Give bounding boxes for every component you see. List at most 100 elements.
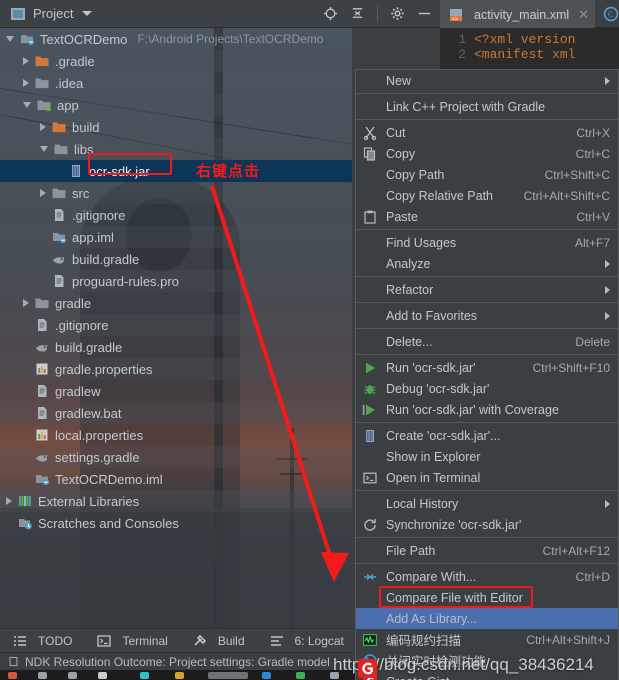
menu-item-label: Local History: [386, 496, 459, 511]
tree-row[interactable]: Scratches and Consoles: [0, 512, 352, 534]
taskbar-icon[interactable]: [175, 672, 184, 679]
menu-item[interactable]: Paste Ctrl+V: [356, 206, 618, 227]
tree-row[interactable]: .gitignore: [0, 314, 352, 336]
menu-item[interactable]: Link C++ Project with Gradle: [356, 96, 618, 117]
menu-item[interactable]: Copy Path Ctrl+Shift+C: [356, 164, 618, 185]
menu-item[interactable]: Compare File with Editor: [356, 587, 618, 608]
settings-gear-icon[interactable]: [390, 6, 405, 21]
tree-row[interactable]: .gradle: [0, 50, 352, 72]
tree-row[interactable]: build.gradle: [0, 336, 352, 358]
twisty-closed-icon[interactable]: [40, 189, 46, 197]
taskbar-icon[interactable]: [8, 672, 17, 679]
minimize-icon[interactable]: [417, 6, 432, 21]
taskbar-icon[interactable]: [140, 672, 149, 679]
menu-item[interactable]: Local History: [356, 493, 618, 514]
menu-item[interactable]: Compare With... Ctrl+D: [356, 566, 618, 587]
twisty-open-icon[interactable]: [6, 36, 14, 42]
twisty-closed-icon[interactable]: [6, 497, 12, 505]
menu-item[interactable]: Debug 'ocr-sdk.jar': [356, 378, 618, 399]
tree-row[interactable]: gradle.properties: [0, 358, 352, 380]
submenu-arrow-icon: [605, 311, 610, 320]
tree-row[interactable]: build: [0, 116, 352, 138]
editor-line: 2 <manifest xml: [440, 47, 619, 62]
tree-row[interactable]: settings.gradle: [0, 446, 352, 468]
tree-item-label: Scratches and Consoles: [38, 515, 179, 531]
menu-item[interactable]: New: [356, 70, 618, 91]
file-text-icon: [55, 209, 64, 221]
taskbar-icon[interactable]: [98, 672, 107, 679]
tree-item-label: gradlew.bat: [55, 405, 122, 421]
annotation-label: 右键点击: [196, 162, 261, 180]
file-text-icon: [38, 385, 47, 397]
menu-item-label: Find Usages: [386, 235, 457, 250]
twisty-closed-icon[interactable]: [23, 299, 29, 307]
tree-row[interactable]: .gitignore: [0, 204, 352, 226]
tree-row[interactable]: .idea: [0, 72, 352, 94]
project-tree[interactable]: TextOCRDemo F:\Android Projects\TextOCRD…: [0, 28, 352, 628]
tree-row[interactable]: src: [0, 182, 352, 204]
menu-item[interactable]: Copy Ctrl+C: [356, 143, 618, 164]
taskbar-icon[interactable]: [208, 672, 248, 679]
twisty-open-icon[interactable]: [40, 146, 48, 152]
tree-row[interactable]: build.gradle: [0, 248, 352, 270]
menu-item[interactable]: Analyze: [356, 253, 618, 274]
tree-row[interactable]: External Libraries: [0, 490, 352, 512]
twisty-closed-icon[interactable]: [23, 57, 29, 65]
tree-root-label: TextOCRDemo: [40, 31, 128, 47]
bottom-item-logcat[interactable]: 6: Logcat: [257, 633, 356, 649]
taskbar-icon[interactable]: [38, 672, 47, 679]
terminal-icon: [362, 470, 378, 486]
menu-separator: [356, 537, 618, 538]
tree-row[interactable]: local.properties: [0, 424, 352, 446]
menu-item[interactable]: Run 'ocr-sdk.jar' with Coverage: [356, 399, 618, 420]
jar-icon: [72, 165, 80, 177]
bottom-item-build[interactable]: Build: [180, 633, 257, 649]
twisty-open-icon[interactable]: [23, 102, 31, 108]
editor-tab-label: activity_main.xml: [474, 7, 570, 22]
locate-icon[interactable]: [323, 6, 338, 21]
tree-row[interactable]: gradlew.bat: [0, 402, 352, 424]
tree-row[interactable]: libs: [0, 138, 352, 160]
menu-item[interactable]: Refactor: [356, 279, 618, 300]
bottom-item-label: 6: Logcat: [294, 633, 344, 648]
chevron-down-icon[interactable]: [82, 11, 93, 16]
bottom-item-todo[interactable]: TODO: [0, 633, 84, 649]
tree-row[interactable]: gradlew: [0, 380, 352, 402]
tree-row[interactable]: app: [0, 94, 352, 116]
bottom-item-label: Build: [217, 633, 245, 648]
close-icon[interactable]: ✕: [578, 7, 589, 23]
menu-item[interactable]: Show in Explorer: [356, 446, 618, 467]
menu-item[interactable]: Synchronize 'ocr-sdk.jar': [356, 514, 618, 535]
menu-item[interactable]: Add to Favorites: [356, 305, 618, 326]
tree-row[interactable]: TextOCRDemo.iml: [0, 468, 352, 490]
menu-item[interactable]: Open in Terminal: [356, 467, 618, 488]
menu-item[interactable]: Run 'ocr-sdk.jar' Ctrl+Shift+F10: [356, 357, 618, 378]
menu-item[interactable]: Delete... Delete: [356, 331, 618, 352]
collapse-all-icon[interactable]: [350, 6, 365, 21]
menu-item[interactable]: Cut Ctrl+X: [356, 122, 618, 143]
twisty-closed-icon[interactable]: [40, 123, 46, 131]
menu-item[interactable]: Copy Relative Path Ctrl+Alt+Shift+C: [356, 185, 618, 206]
tree-item-label: gradle: [55, 295, 92, 311]
taskbar-icon[interactable]: [296, 672, 305, 679]
tree-row[interactable]: proguard-rules.pro: [0, 270, 352, 292]
menu-item[interactable]: 编码规约扫描 Ctrl+Alt+Shift+J: [356, 629, 618, 650]
gradle-icon: [53, 256, 65, 264]
menu-item[interactable]: Find Usages Alt+F7: [356, 232, 618, 253]
context-menu[interactable]: New Link C++ Project with Gradle Cut Ctrl+X…: [355, 69, 619, 680]
menu-item[interactable]: Create 'ocr-sdk.jar'...: [356, 425, 618, 446]
editor-tab-activity-main[interactable]: <> activity_main.xml ✕: [440, 0, 596, 28]
menu-item[interactable]: Add As Library...: [356, 608, 618, 629]
editor-tab-second[interactable]: C M: [595, 0, 619, 28]
twisty-closed-icon[interactable]: [23, 79, 29, 87]
context-menu-items: New Link C++ Project with Gradle Cut Ctrl+X…: [356, 70, 618, 680]
tree-row[interactable]: gradle: [0, 292, 352, 314]
menu-item[interactable]: File Path Ctrl+Alt+F12: [356, 540, 618, 561]
tree-row[interactable]: app.iml: [0, 226, 352, 248]
taskbar-icon[interactable]: [262, 672, 271, 679]
menu-item-label: Link C++ Project with Gradle: [386, 99, 546, 114]
bottom-item-terminal[interactable]: Terminal: [84, 633, 179, 649]
taskbar-icon[interactable]: [68, 672, 77, 679]
tree-row[interactable]: ocr-sdk.jar: [0, 160, 352, 182]
tree-row-root[interactable]: TextOCRDemo F:\Android Projects\TextOCRD…: [0, 28, 352, 50]
